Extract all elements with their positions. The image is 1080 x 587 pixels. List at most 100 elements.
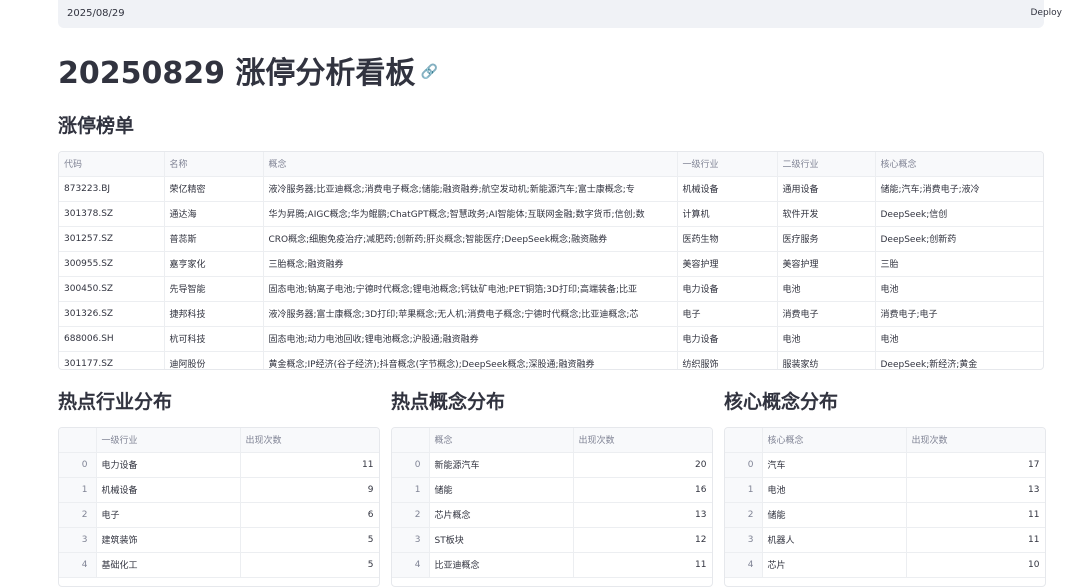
limit-up-table[interactable]: 代码 名称 概念 一级行业 二级行业 核心概念 873223.BJ 荣亿精密 液冷服务器;比亚… [58,151,1044,370]
column-header[interactable]: 出现次数 [906,428,1045,453]
row-index: 3 [392,527,430,553]
table-row[interactable]: 3 ST板块 12 [392,527,712,553]
table-cell: 机器人 [762,527,907,553]
table-cell: DeepSeek;新经济;黄金 [875,351,1043,369]
table-row[interactable]: 301326.SZ 捷邦科技 液冷服务器;富士康概念;3D打印;苹果概念;无人机;消… [59,301,1043,327]
table-row[interactable]: 0 电力设备 11 [59,452,379,478]
table-cell: 通用设备 [777,176,876,202]
column-header[interactable]: 核心概念 [762,428,907,453]
column-header[interactable]: 一级行业 [677,152,778,177]
table-row[interactable]: 301177.SZ 迪阿股份 黄金概念;IP经济(谷子经济);抖音概念(字节概念);… [59,351,1043,369]
industry-table[interactable]: 一级行业 出现次数 0 电力设备 11 1 机械设备 9 2 电子 6 3 建筑装饰 5 4 基础化工 5 [58,427,380,587]
count-cell: 13 [573,502,712,528]
table-cell: 固态电池;动力电池回收;锂电池概念;沪股通;融资融券 [263,326,678,352]
count-cell: 11 [240,452,379,478]
count-cell: 11 [906,502,1045,528]
table-cell: 固态电池;钠离子电池;宁德时代概念;锂电池概念;钙钛矿电池;PET铜箔;3D打印… [263,276,678,302]
table-cell: 美容护理 [677,251,778,277]
table-cell: 电力设备 [677,276,778,302]
table-row[interactable]: 300955.SZ 嘉亨家化 三胎概念;融资融券 美容护理 美容护理 三胎 [59,251,1043,277]
table-cell: 三胎 [875,251,1043,277]
table-cell: 301326.SZ [59,301,165,327]
count-cell: 16 [573,477,712,503]
table-cell: 液冷服务器;比亚迪概念;消费电子概念;储能;融资融券;航空发动机;新能源汽车;富… [263,176,678,202]
table-row[interactable]: 3 建筑装饰 5 [59,527,379,553]
table-cell: 美容护理 [777,251,876,277]
date-input[interactable]: 2025/08/29 [58,0,1044,28]
count-cell: 12 [573,527,712,553]
table-cell: 比亚迪概念 [429,552,574,578]
row-index: 1 [59,477,97,503]
table-cell: 嘉亨家化 [164,251,264,277]
table-row[interactable]: 2 储能 11 [725,502,1045,528]
table-cell: 消费电子;电子 [875,301,1043,327]
table-cell: 电力设备 [677,326,778,352]
column-header[interactable]: 二级行业 [777,152,876,177]
column-header[interactable]: 出现次数 [573,428,712,453]
deploy-button[interactable]: Deploy [1030,8,1062,18]
table-row[interactable]: 4 基础化工 5 [59,552,379,578]
table-row[interactable]: 0 新能源汽车 20 [392,452,712,478]
column-header[interactable]: 概念 [429,428,574,453]
column-header[interactable]: 核心概念 [875,152,1043,177]
table-cell: 储能 [762,502,907,528]
table-cell: 医疗服务 [777,226,876,252]
table-cell: 消费电子 [777,301,876,327]
table-cell: 电池 [875,276,1043,302]
table-cell: 华为昇腾;AIGC概念;华为鲲鹏;ChatGPT概念;智慧政务;AI智能体;互联… [263,201,678,227]
table-row[interactable]: 4 芯片 10 [725,552,1045,578]
table-row[interactable]: 3 机器人 11 [725,527,1045,553]
column-header[interactable]: 出现次数 [240,428,379,453]
table-cell: 301257.SZ [59,226,165,252]
core-table[interactable]: 核心概念 出现次数 0 汽车 17 1 电池 13 2 储能 11 3 机器人 11 4 芯片 10 [724,427,1046,587]
table-cell: 医药生物 [677,226,778,252]
link-icon[interactable]: 🔗 [420,52,437,92]
table-row[interactable]: 2 电子 6 [59,502,379,528]
row-index: 2 [725,502,763,528]
table-cell: 建筑装饰 [96,527,241,553]
table-cell: 873223.BJ [59,176,165,202]
column-header[interactable]: 名称 [164,152,264,177]
table-cell: 芯片概念 [429,502,574,528]
table-cell: 三胎概念;融资融券 [263,251,678,277]
table-cell: 捷邦科技 [164,301,264,327]
table-row[interactable]: 0 汽车 17 [725,452,1045,478]
table-cell: 计算机 [677,201,778,227]
table-row[interactable]: 2 芯片概念 13 [392,502,712,528]
table-row[interactable]: 873223.BJ 荣亿精密 液冷服务器;比亚迪概念;消费电子概念;储能;融资融券;… [59,176,1043,202]
top-bar: 2025/08/29 Deploy [0,0,1080,30]
row-index: 3 [59,527,97,553]
table-cell: 688006.SH [59,326,165,352]
table-cell: 储能 [429,477,574,503]
table-cell: 300955.SZ [59,251,165,277]
table-row[interactable]: 1 电池 13 [725,477,1045,503]
table-row[interactable]: 301378.SZ 通达海 华为昇腾;AIGC概念;华为鲲鹏;ChatGPT概念;智… [59,201,1043,227]
count-cell: 11 [906,527,1045,553]
column-header[interactable]: 一级行业 [96,428,241,453]
table-cell: 荣亿精密 [164,176,264,202]
table-cell: 黄金概念;IP经济(谷子经济);抖音概念(字节概念);DeepSeek概念;深股… [263,351,678,369]
table-cell: 基础化工 [96,552,241,578]
row-index: 3 [725,527,763,553]
table-cell: 301177.SZ [59,351,165,369]
table-cell: DeepSeek;信创 [875,201,1043,227]
core-heading: 核心概念分布 [724,391,839,413]
concept-table[interactable]: 概念 出现次数 0 新能源汽车 20 1 储能 16 2 芯片概念 13 3 ST板块 12 4 比亚迪概念… [391,427,713,587]
table-row[interactable]: 1 储能 16 [392,477,712,503]
row-index: 4 [725,552,763,578]
table-row[interactable]: 1 机械设备 9 [59,477,379,503]
column-header[interactable]: 概念 [263,152,678,177]
row-index: 0 [59,452,97,478]
table-cell: 迪阿股份 [164,351,264,369]
count-cell: 13 [906,477,1045,503]
table-cell: 电池 [777,276,876,302]
table-row[interactable]: 301257.SZ 普蕊斯 CRO概念;细胞免疫治疗;减肥药;创新药;肝炎概念;智能… [59,226,1043,252]
table-row[interactable]: 4 比亚迪概念 11 [392,552,712,578]
table-cell: 软件开发 [777,201,876,227]
column-header[interactable]: 代码 [59,152,165,177]
count-cell: 10 [906,552,1045,578]
table-cell: 芯片 [762,552,907,578]
table-row[interactable]: 688006.SH 杭可科技 固态电池;动力电池回收;锂电池概念;沪股通;融资融券电… [59,326,1043,352]
table-cell: 电池 [762,477,907,503]
table-row[interactable]: 300450.SZ 先导智能 固态电池;钠离子电池;宁德时代概念;锂电池概念;钙钛矿… [59,276,1043,302]
